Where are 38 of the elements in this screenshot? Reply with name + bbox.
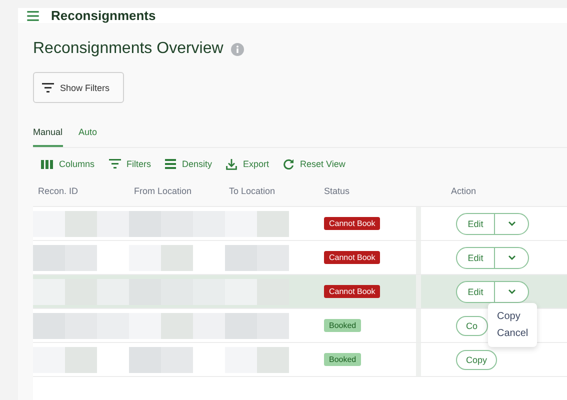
- menu-item[interactable]: Copy: [488, 308, 538, 325]
- copy-button[interactable]: Copy: [456, 350, 498, 370]
- column-header: From Location: [134, 186, 193, 196]
- column-header: Recon. ID: [37, 186, 80, 196]
- columns-icon: [41, 160, 53, 168]
- menu-icon[interactable]: [27, 10, 39, 20]
- edit-button[interactable]: Edit: [457, 248, 495, 268]
- filters-button[interactable]: Filters: [108, 159, 152, 169]
- chevron-down-icon: [508, 221, 516, 226]
- column-header: Action: [450, 186, 476, 196]
- status-badge: Cannot Book: [324, 285, 380, 298]
- column-header: To Location: [229, 186, 276, 196]
- edit-button[interactable]: Edit: [457, 214, 495, 234]
- edit-button[interactable]: Edit: [457, 282, 495, 302]
- filter-icon: [42, 82, 54, 92]
- app-title: Reconsignments: [51, 8, 156, 23]
- density-button[interactable]: Density: [165, 159, 212, 169]
- status-badge: Booked: [324, 319, 362, 332]
- copy-button[interactable]: Co: [456, 316, 488, 336]
- tab[interactable]: Auto: [78, 125, 98, 147]
- density-icon: [165, 159, 176, 169]
- reset-button[interactable]: Reset View: [283, 158, 346, 170]
- menu-item[interactable]: Cancel: [488, 325, 538, 342]
- refresh-icon: [283, 158, 294, 170]
- chevron-down-icon: [508, 255, 516, 260]
- chevron-down-icon: [508, 289, 516, 294]
- status-badge: Cannot Book: [324, 251, 380, 264]
- info-icon[interactable]: [231, 42, 244, 56]
- status-badge: Cannot Book: [324, 217, 380, 230]
- filter-icon: [108, 159, 121, 169]
- export-button[interactable]: Export: [226, 158, 270, 170]
- tab[interactable]: Manual: [33, 125, 63, 147]
- status-badge: Booked: [324, 353, 362, 366]
- page-title: Reconsignments Overview: [33, 40, 224, 58]
- download-icon: [226, 158, 238, 170]
- columns-button[interactable]: Columns: [41, 159, 95, 169]
- show-filters-button[interactable]: Show Filters: [33, 72, 124, 103]
- column-header: Status: [324, 186, 351, 196]
